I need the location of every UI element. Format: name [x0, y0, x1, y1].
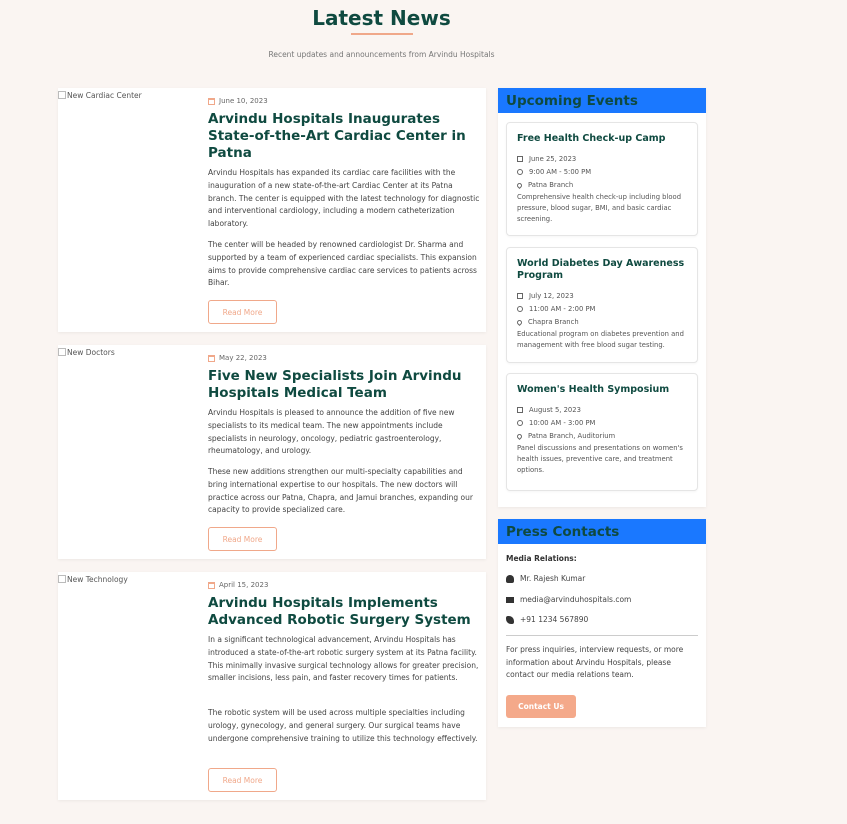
contact-email[interactable]: media@arvinduhospitals.com: [506, 595, 631, 604]
user-icon: [506, 574, 514, 583]
news-image: New Cardiac Center: [58, 88, 198, 102]
page-title: Latest News: [312, 6, 451, 30]
envelope-icon: [506, 596, 514, 603]
news-paragraph: Arvindu Hospitals has expanded its cardi…: [208, 168, 480, 229]
clock-icon: [517, 306, 523, 312]
broken-image-icon: [58, 348, 66, 356]
event-date-text: August 5, 2023: [529, 406, 581, 414]
event-time: 11:00 AM - 2:00 PM: [517, 305, 595, 313]
read-more-button[interactable]: Read More: [208, 527, 277, 551]
news-paragraph: Arvindu Hospitals is pleased to announce…: [208, 408, 455, 456]
news-image-alt: New Cardiac Center: [67, 90, 142, 100]
event-location-text: Patna Branch: [528, 181, 574, 189]
calendar-icon: [208, 354, 215, 362]
location-pin-icon: [515, 432, 524, 440]
calendar-icon: [517, 293, 523, 299]
broken-image-icon: [58, 91, 66, 99]
event-date: June 25, 2023: [517, 155, 576, 163]
press-note: For press inquiries, interview requests,…: [506, 645, 684, 679]
upcoming-events-heading: Upcoming Events: [498, 88, 706, 113]
event-title[interactable]: Free Health Check-up Camp: [517, 133, 692, 145]
contact-email-text[interactable]: media@arvinduhospitals.com: [520, 595, 631, 604]
event-date-text: July 12, 2023: [529, 292, 574, 300]
broken-image-icon: [58, 575, 66, 583]
news-date: June 10, 2023: [208, 97, 268, 105]
contact-us-button[interactable]: Contact Us: [506, 695, 576, 718]
event-description: Panel discussions and presentations on w…: [517, 444, 683, 474]
event-time-text: 9:00 AM - 5:00 PM: [529, 168, 592, 176]
location-pin-icon: [515, 318, 524, 326]
read-more-button[interactable]: Read More: [208, 300, 277, 324]
clock-icon: [517, 420, 523, 426]
calendar-icon: [517, 156, 523, 162]
news-title[interactable]: Five New Specialists Join Arvindu Hospit…: [208, 368, 473, 402]
news-card: New Technology April 15, 2023 Arvindu Ho…: [58, 572, 486, 800]
event-location: Patna Branch: [515, 181, 574, 189]
location-pin-icon: [515, 181, 524, 189]
event-title[interactable]: Women's Health Symposium: [517, 384, 692, 396]
divider: [506, 635, 698, 636]
news-image: New Doctors: [58, 345, 198, 359]
contact-name-text: Mr. Rajesh Kumar: [520, 574, 586, 583]
phone-icon: [506, 615, 514, 624]
contact-phone[interactable]: +91 1234 567890: [506, 615, 588, 624]
event-time: 10:00 AM - 3:00 PM: [517, 419, 595, 427]
event-time-text: 10:00 AM - 3:00 PM: [529, 419, 596, 427]
press-contacts-panel: Press Contacts Media Relations: Mr. Raje…: [498, 519, 706, 727]
event-location-text: Patna Branch, Auditorium: [528, 432, 616, 440]
news-title[interactable]: Arvindu Hospitals Inaugurates State-of-t…: [208, 111, 473, 162]
title-underline: [351, 33, 413, 35]
news-image: New Technology: [58, 572, 198, 586]
contact-phone-text[interactable]: +91 1234 567890: [520, 615, 588, 624]
news-title[interactable]: Arvindu Hospitals Implements Advanced Ro…: [208, 595, 473, 629]
calendar-icon: [208, 97, 215, 105]
calendar-icon: [517, 407, 523, 413]
event-date-text: June 25, 2023: [529, 155, 577, 163]
event-title[interactable]: World Diabetes Day Awareness Program: [517, 258, 692, 282]
event-location: Patna Branch, Auditorium: [515, 432, 616, 440]
event-card: Free Health Check-up Camp June 25, 2023 …: [506, 122, 698, 236]
event-time-text: 11:00 AM - 2:00 PM: [529, 305, 596, 313]
news-paragraph: The center will be headed by renowned ca…: [208, 240, 477, 288]
event-description: Educational program on diabetes preventi…: [517, 330, 684, 349]
news-date-text: May 22, 2023: [219, 354, 267, 362]
news-date-text: April 15, 2023: [219, 581, 269, 589]
news-date: May 22, 2023: [208, 354, 267, 362]
news-date: April 15, 2023: [208, 581, 268, 589]
contact-name: Mr. Rajesh Kumar: [506, 574, 585, 583]
upcoming-events-panel: Upcoming Events Free Health Check-up Cam…: [498, 88, 706, 507]
page-subtitle: Recent updates and announcements from Ar…: [268, 50, 495, 59]
news-date-text: June 10, 2023: [219, 97, 268, 105]
event-card: Women's Health Symposium August 5, 2023 …: [506, 373, 698, 491]
news-card: New Doctors May 22, 2023 Five New Specia…: [58, 345, 486, 559]
news-paragraph: These new additions strengthen our multi…: [208, 467, 473, 515]
news-card: New Cardiac Center June 10, 2023 Arvindu…: [58, 88, 486, 332]
event-date: August 5, 2023: [517, 406, 581, 414]
calendar-icon: [208, 581, 215, 589]
event-date: July 12, 2023: [517, 292, 574, 300]
event-time: 9:00 AM - 5:00 PM: [517, 168, 591, 176]
read-more-button[interactable]: Read More: [208, 768, 277, 792]
news-paragraph: In a significant technological advanceme…: [208, 635, 479, 683]
news-image-alt: New Doctors: [67, 347, 115, 357]
event-card: World Diabetes Day Awareness Program Jul…: [506, 247, 698, 363]
event-location-text: Chapra Branch: [528, 318, 579, 326]
news-image-alt: New Technology: [67, 574, 128, 584]
media-relations-label: Media Relations:: [506, 554, 577, 563]
clock-icon: [517, 169, 523, 175]
news-paragraph: The robotic system will be used across m…: [208, 708, 478, 743]
event-location: Chapra Branch: [515, 318, 579, 326]
event-description: Comprehensive health check-up including …: [517, 193, 682, 223]
press-contacts-heading: Press Contacts: [498, 519, 706, 544]
